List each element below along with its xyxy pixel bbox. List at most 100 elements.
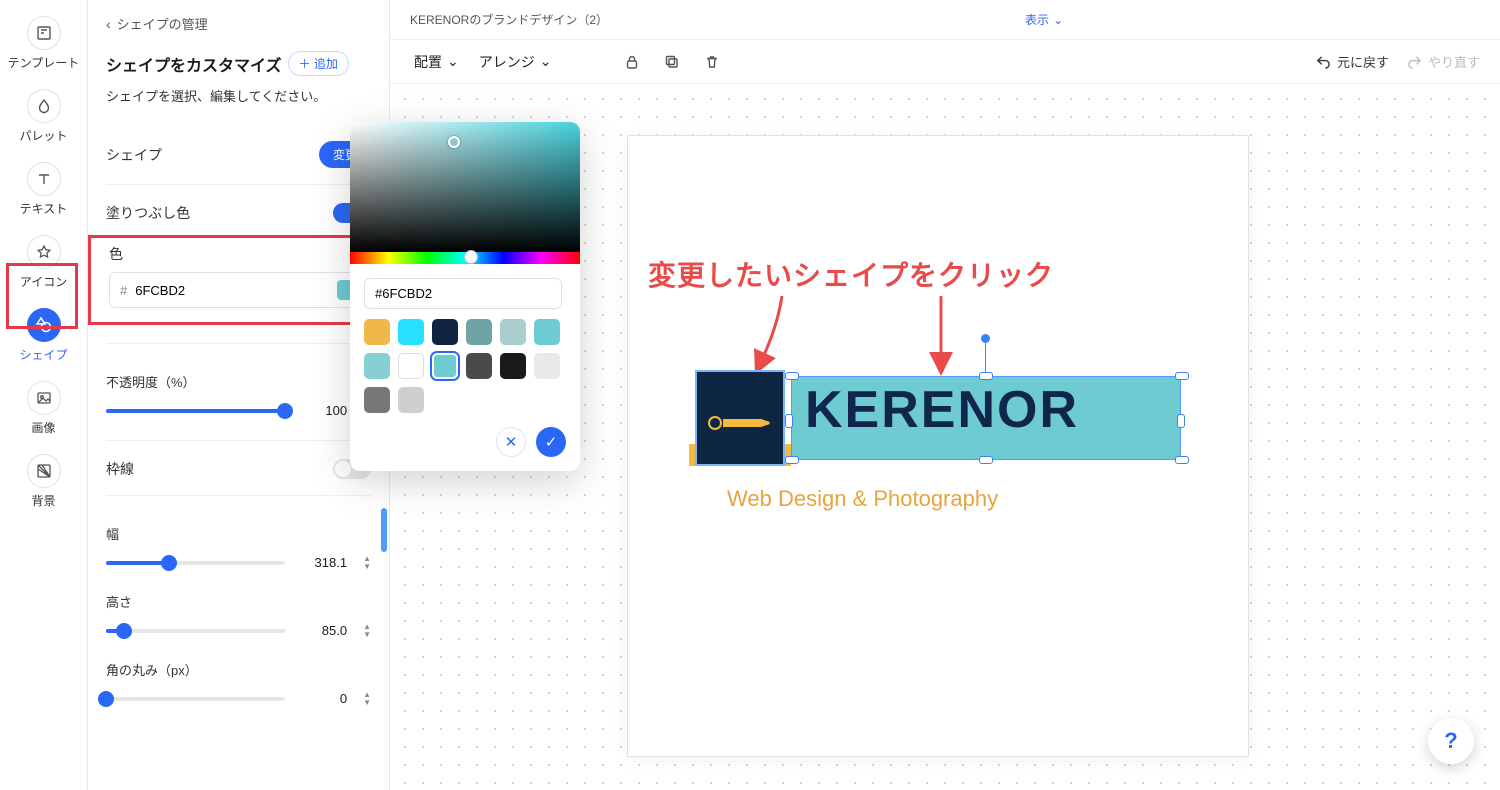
rail-images[interactable]: 画像 (7, 377, 81, 444)
sv-cursor[interactable] (448, 136, 460, 148)
image-icon (27, 381, 61, 415)
nav-rail: テンプレート パレット テキスト アイコン シェイプ 画像 背景 (0, 0, 88, 790)
hue-slider[interactable] (350, 252, 580, 264)
rail-label: パレット (19, 127, 67, 144)
panel-scrollbar[interactable] (381, 508, 387, 552)
opacity-label: 不透明度（%） (106, 372, 371, 391)
annotation-text: 変更したいシェイプをクリック (648, 254, 1054, 294)
swatch[interactable] (398, 353, 424, 379)
swatch[interactable] (466, 319, 492, 345)
rail-text[interactable]: テキスト (7, 158, 81, 225)
rail-label: テンプレート (8, 54, 80, 71)
lock-icon[interactable] (623, 53, 641, 71)
border-label: 枠線 (106, 459, 134, 479)
shape-row-label: シェイプ (106, 145, 162, 165)
radius-value: 0 (301, 691, 347, 706)
undo-button[interactable]: 元に戻す (1316, 52, 1389, 71)
swatch[interactable] (534, 353, 560, 379)
logo-tagline[interactable]: Web Design & Photography (727, 486, 998, 512)
hex-input[interactable] (135, 283, 337, 298)
pattern-icon (27, 454, 61, 488)
trash-icon[interactable] (703, 53, 721, 71)
swatch[interactable] (398, 319, 424, 345)
logo-dark-square[interactable] (695, 370, 785, 466)
swatch[interactable] (364, 387, 390, 413)
swatch[interactable] (364, 353, 390, 379)
hash-symbol: # (120, 283, 127, 298)
droplet-icon (27, 89, 61, 123)
logo-group[interactable]: KERENOR Web Design & Photography (695, 370, 1202, 466)
picker-hex-input[interactable] (364, 278, 562, 309)
chevron-down-icon: ⌄ (540, 53, 552, 70)
view-dropdown[interactable]: 表示⌄ (1025, 11, 1063, 28)
height-stepper[interactable]: ▲▼ (363, 623, 371, 638)
hue-cursor[interactable] (464, 250, 478, 264)
redo-button: やり直す (1407, 52, 1480, 71)
swatch[interactable] (466, 353, 492, 379)
resize-handle[interactable] (785, 456, 799, 464)
rail-label: 画像 (31, 419, 55, 436)
swatch[interactable] (398, 387, 424, 413)
toolbar: 配置 ⌄ アレンジ ⌄ 元に戻す やり直す (390, 40, 1500, 84)
hex-input-wrap[interactable]: # (109, 272, 368, 308)
saturation-value-area[interactable] (350, 122, 580, 252)
panel-title: シェイプをカスタマイズ (106, 52, 282, 76)
rail-shapes[interactable]: シェイプ (7, 304, 81, 371)
height-slider[interactable] (106, 629, 285, 633)
rotation-handle[interactable] (981, 334, 990, 343)
template-icon (27, 16, 61, 50)
star-icon (27, 235, 61, 269)
panel-subtitle: シェイプを選択、編集してください。 (106, 86, 371, 105)
resize-handle[interactable] (1175, 372, 1189, 380)
picker-cancel-button[interactable]: ✕ (496, 427, 526, 457)
swatch[interactable] (500, 353, 526, 379)
opacity-slider[interactable] (106, 409, 285, 413)
width-value: 318.1 (301, 555, 347, 570)
color-picker: ✕ ✓ (350, 122, 580, 471)
logo-text[interactable]: KERENOR (805, 380, 1079, 440)
resize-handle[interactable] (785, 414, 793, 428)
chevron-down-icon: ⌄ (1053, 13, 1063, 27)
radius-stepper[interactable]: ▲▼ (363, 691, 371, 706)
back-link[interactable]: ‹ シェイプの管理 (106, 14, 371, 33)
swatch-grid (350, 319, 580, 413)
arrange-dropdown[interactable]: アレンジ ⌄ (475, 48, 556, 76)
rail-icons[interactable]: アイコン (7, 231, 81, 298)
rail-label: シェイプ (19, 346, 67, 363)
chevron-left-icon: ‹ (106, 16, 111, 32)
pencil-icon (707, 414, 775, 435)
picker-confirm-button[interactable]: ✓ (536, 427, 566, 457)
resize-handle[interactable] (979, 372, 993, 380)
annotation-arrow (926, 292, 956, 375)
swatch[interactable] (432, 353, 458, 379)
width-stepper[interactable]: ▲▼ (363, 555, 371, 570)
shape-panel: ‹ シェイプの管理 シェイプをカスタマイズ ＋ 追加 シェイプを選択、編集してく… (88, 0, 390, 790)
height-value: 85.0 (301, 623, 347, 638)
height-label: 高さ (106, 592, 371, 611)
width-label: 幅 (106, 524, 371, 543)
opacity-value: 100 (301, 403, 347, 418)
swatch[interactable] (364, 319, 390, 345)
radius-slider[interactable] (106, 697, 285, 701)
shapes-icon (27, 308, 61, 342)
swatch[interactable] (500, 319, 526, 345)
rail-background[interactable]: 背景 (7, 450, 81, 517)
top-bar: KERENORのブランドデザイン（2） 表示⌄ (390, 0, 1500, 40)
annotation-arrow (752, 292, 792, 375)
rail-templates[interactable]: テンプレート (7, 12, 81, 79)
resize-handle[interactable] (1175, 456, 1189, 464)
fill-label: 塗りつぶし色 (106, 203, 190, 223)
copy-icon[interactable] (663, 53, 681, 71)
resize-handle[interactable] (979, 456, 993, 464)
swatch[interactable] (534, 319, 560, 345)
text-icon (27, 162, 61, 196)
placement-dropdown[interactable]: 配置 ⌄ (410, 48, 463, 76)
help-button[interactable]: ? (1428, 718, 1474, 764)
resize-handle[interactable] (1177, 414, 1185, 428)
add-shape-button[interactable]: ＋ 追加 (288, 51, 349, 76)
rail-palette[interactable]: パレット (7, 85, 81, 152)
resize-handle[interactable] (785, 372, 799, 380)
swatch[interactable] (432, 319, 458, 345)
width-slider[interactable] (106, 561, 285, 565)
radius-label: 角の丸み（px） (106, 660, 371, 679)
